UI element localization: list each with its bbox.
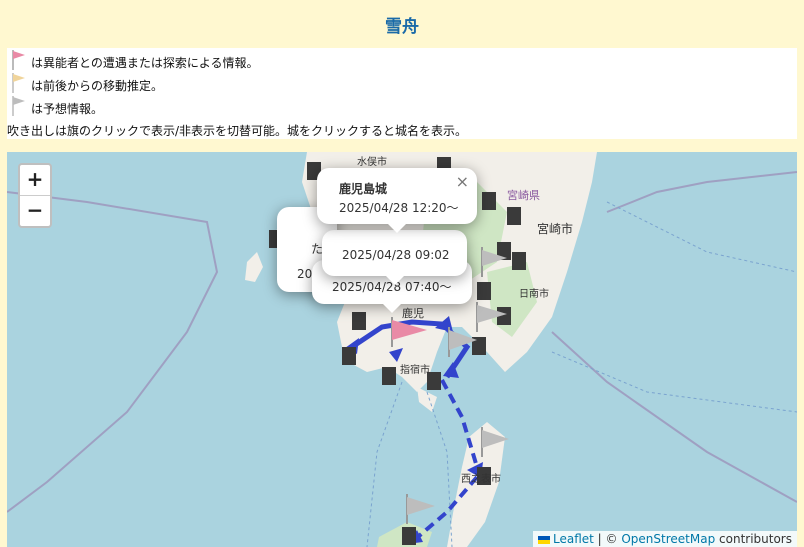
flag-gray xyxy=(406,494,435,524)
beige-flag-icon xyxy=(12,73,25,93)
zoom-in-button[interactable]: + xyxy=(20,165,50,195)
zoom-out-button[interactable]: − xyxy=(20,195,50,226)
page-title: 雪舟 xyxy=(385,17,419,37)
popup-main[interactable]: 鹿児島城 2025/04/28 12:20〜 × xyxy=(317,168,477,233)
route-line xyxy=(440,379,479,468)
legend-item-estimate: は前後からの移動推定。 xyxy=(11,71,163,93)
castle-icon xyxy=(342,347,356,365)
legend-item-forecast: は予想情報。 xyxy=(11,94,103,116)
place-label-minamata: 水俣市 xyxy=(357,157,387,168)
leaflet-link[interactable]: Leaflet xyxy=(553,532,594,546)
legend-text-encounter: は異能者との遭遇または探索による情報。 xyxy=(31,56,259,70)
map-view[interactable]: 水俣市 宮崎県 宮崎市 日南市 指宿市 西之表市 鹿児 た 20 2025/04… xyxy=(7,152,797,547)
castle-icon xyxy=(402,527,416,545)
popup-close-icon[interactable]: × xyxy=(456,172,469,191)
place-label-kagoshima: 鹿児 xyxy=(402,307,424,320)
castle-icon xyxy=(512,252,526,270)
pink-flag-icon xyxy=(12,50,25,70)
castle-icon xyxy=(352,312,366,330)
castle-icon xyxy=(507,207,521,225)
castle-icon xyxy=(382,367,396,385)
legend-text-forecast: は予想情報。 xyxy=(31,102,104,116)
map-attribution: Leaflet | © OpenStreetMap contributors xyxy=(533,531,797,547)
legend-panel: は異能者との遭遇または探索による情報。 は前後からの移動推定。 は予想情報。 吹… xyxy=(7,48,797,139)
osm-link[interactable]: OpenStreetMap xyxy=(621,532,715,546)
legend-item-encounter: は異能者との遭遇または探索による情報。 xyxy=(11,48,259,70)
ukraine-flag-icon xyxy=(538,535,550,544)
castle-icon xyxy=(482,192,496,210)
castle-icon xyxy=(477,282,491,300)
zoom-control: + − xyxy=(18,163,52,228)
popup-castle-time: 2025/04/28 12:20〜 xyxy=(339,201,459,215)
place-label-nishinoomote: 西之表市 xyxy=(461,474,501,485)
osumi-tip xyxy=(417,387,437,412)
place-label-miyazaki-pref: 宮崎県 xyxy=(507,189,540,202)
place-label-miyazaki-city: 宮崎市 xyxy=(537,222,574,236)
popup-castle-name: 鹿児島城 xyxy=(339,182,388,196)
popup-second[interactable]: 2025/04/28 09:02 xyxy=(322,230,467,285)
legend-text-estimate: は前後からの移動推定。 xyxy=(31,79,164,93)
popup-second-time: 2025/04/28 09:02 xyxy=(342,248,450,262)
legend-note: 吹き出しは旗のクリックで表示/非表示を切替可能。城をクリックすると城名を表示。 xyxy=(7,124,468,138)
gray-flag-icon xyxy=(12,96,25,116)
island xyxy=(245,252,263,282)
place-label-nichinan: 日南市 xyxy=(519,289,549,300)
place-label-ibusuki: 指宿市 xyxy=(400,365,430,376)
